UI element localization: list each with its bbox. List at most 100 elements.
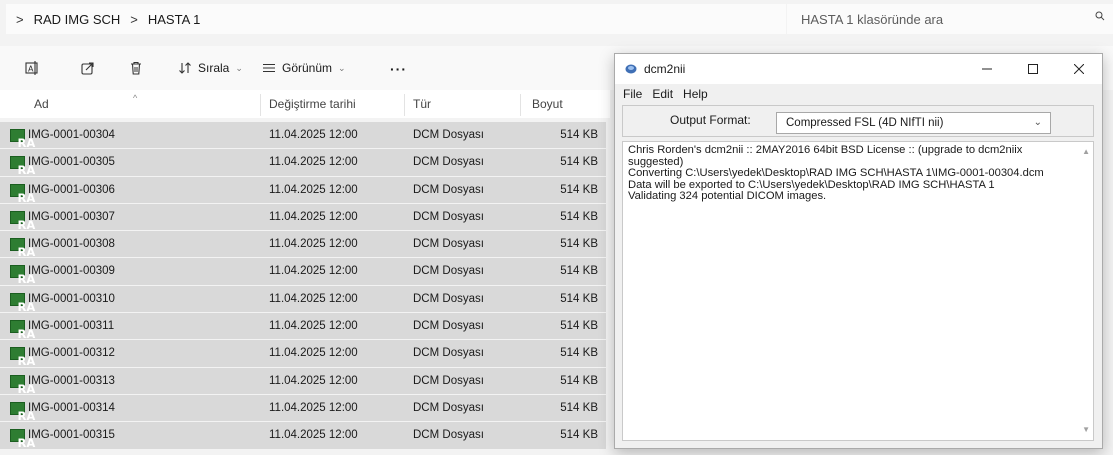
file-modified: 11.04.2025 12:00 xyxy=(269,374,358,387)
chevron-right-icon[interactable]: > xyxy=(6,12,34,27)
breadcrumb-item-rad-img-sch[interactable]: RAD IMG SCH xyxy=(34,12,121,27)
maximize-button[interactable] xyxy=(1010,54,1056,84)
file-name: IMG-0001-00313 xyxy=(28,374,115,387)
chevron-down-icon: ⌄ xyxy=(235,62,243,73)
file-row[interactable]: RA IMG-0001-00307 11.04.2025 12:00 DCM Dosy… xyxy=(0,203,606,232)
app-icon xyxy=(625,64,637,74)
chevron-down-icon: ⌄ xyxy=(338,62,346,73)
dcm-file-icon: RA xyxy=(10,347,35,368)
file-row[interactable]: RA IMG-0001-00312 11.04.2025 12:00 DCM Dosy… xyxy=(0,340,606,368)
file-type: DCM Dosyası xyxy=(413,320,484,333)
breadcrumb[interactable]: > RAD IMG SCH > HASTA 1 xyxy=(6,4,786,34)
file-row[interactable]: RA IMG-0001-00314 11.04.2025 12:00 DCM Dosy… xyxy=(0,394,606,423)
view-icon xyxy=(263,64,275,72)
column-divider[interactable] xyxy=(520,94,521,116)
chevron-right-icon[interactable]: > xyxy=(120,12,148,27)
file-row[interactable]: RA IMG-0001-00313 11.04.2025 12:00 DCM Dosy… xyxy=(0,367,606,396)
file-type: DCM Dosyası xyxy=(413,156,484,169)
file-type: DCM Dosyası xyxy=(413,374,484,387)
file-size: 514 KB xyxy=(560,156,598,169)
log-line: Validating 324 potential DICOM images. xyxy=(628,190,827,203)
file-size: 514 KB xyxy=(560,210,598,223)
file-modified: 11.04.2025 12:00 xyxy=(269,401,358,414)
dcm-file-icon: RA xyxy=(10,210,35,232)
rename-icon[interactable]: A xyxy=(24,60,40,76)
file-size: 514 KB xyxy=(560,374,598,387)
file-modified: 11.04.2025 12:00 xyxy=(269,129,358,141)
file-modified: 11.04.2025 12:00 xyxy=(269,265,358,278)
dcm-file-icon: RA xyxy=(10,429,35,450)
view-button[interactable]: Görünüm ⌄ xyxy=(262,58,346,78)
file-row[interactable]: RA IMG-0001-00309 11.04.2025 12:00 DCM Dosy… xyxy=(0,258,606,286)
column-header-name[interactable]: Ad xyxy=(28,90,258,118)
scroll-down-arrow-icon[interactable]: ▼ xyxy=(1082,425,1090,434)
column-header-type[interactable]: Tür xyxy=(407,90,517,118)
file-modified: 11.04.2025 12:00 xyxy=(269,238,358,251)
file-type: DCM Dosyası xyxy=(413,401,484,414)
file-row[interactable]: RA IMG-0001-00304 11.04.2025 12:00 DCM Dosy… xyxy=(0,122,606,150)
menu-edit[interactable]: Edit xyxy=(652,87,673,101)
scroll-up-arrow-icon[interactable]: ▲ xyxy=(1082,147,1090,156)
file-name: IMG-0001-00308 xyxy=(28,238,115,251)
file-modified: 11.04.2025 12:00 xyxy=(269,320,358,333)
file-name: IMG-0001-00310 xyxy=(28,292,115,305)
menu-file[interactable]: File xyxy=(623,87,642,101)
minimize-button[interactable] xyxy=(964,54,1010,84)
file-name: IMG-0001-00315 xyxy=(28,429,115,442)
column-header-modified[interactable]: Değiştirme tarihi xyxy=(263,90,403,118)
file-type: DCM Dosyası xyxy=(413,183,484,196)
file-row[interactable]: RA IMG-0001-00310 11.04.2025 12:00 DCM Dosy… xyxy=(0,285,606,314)
file-type: DCM Dosyası xyxy=(413,347,484,360)
file-size: 514 KB xyxy=(560,265,598,278)
sort-ascending-icon: ^ xyxy=(133,93,138,103)
file-name: IMG-0001-00304 xyxy=(28,129,115,141)
chevron-down-icon[interactable]: ⌄ xyxy=(1034,113,1042,133)
file-name: IMG-0001-00309 xyxy=(28,265,115,278)
file-type: DCM Dosyası xyxy=(413,292,484,305)
file-modified: 11.04.2025 12:00 xyxy=(269,347,358,360)
dcm-file-icon: RA xyxy=(10,320,35,341)
dcm-file-icon: RA xyxy=(10,156,35,177)
file-row[interactable]: RA IMG-0001-00311 11.04.2025 12:00 DCM Dosy… xyxy=(0,313,606,341)
file-size: 514 KB xyxy=(560,347,598,360)
column-header-row: Ad ^ Değiştirme tarihi Tür Boyut xyxy=(0,90,610,118)
sort-button[interactable]: Sırala ⌄ xyxy=(178,58,243,78)
file-size: 514 KB xyxy=(560,238,598,251)
file-row[interactable]: RA IMG-0001-00308 11.04.2025 12:00 DCM Dosy… xyxy=(0,231,606,259)
file-name: IMG-0001-00312 xyxy=(28,347,115,360)
log-output[interactable]: Chris Rorden's dcm2nii :: 2MAY2016 64bit… xyxy=(622,141,1094,441)
file-row[interactable]: RA IMG-0001-00305 11.04.2025 12:00 DCM Dosy… xyxy=(0,149,606,177)
search-icon[interactable] xyxy=(1095,11,1105,21)
maximize-icon xyxy=(1028,64,1038,74)
file-size: 514 KB xyxy=(560,183,598,196)
minimize-icon xyxy=(982,68,992,70)
file-type: DCM Dosyası xyxy=(413,265,484,278)
search-placeholder: HASTA 1 klasöründe ara xyxy=(801,11,944,27)
output-format-select[interactable]: Compressed FSL (4D NIfTI nii) ⌄ xyxy=(776,112,1051,134)
column-header-size[interactable]: Boyut xyxy=(526,90,606,118)
column-divider[interactable] xyxy=(404,94,405,116)
file-row[interactable]: RA IMG-0001-00315 11.04.2025 12:00 DCM Dosy… xyxy=(0,422,606,450)
file-name: IMG-0001-00306 xyxy=(28,183,115,196)
breadcrumb-item-hasta-1[interactable]: HASTA 1 xyxy=(148,12,201,27)
file-size: 514 KB xyxy=(560,129,598,141)
dcm-file-icon: RA xyxy=(10,129,35,150)
search-input[interactable]: HASTA 1 klasöründe ara xyxy=(787,4,1113,34)
output-format-label: Output Format: xyxy=(670,113,751,127)
svg-text:A: A xyxy=(28,65,34,74)
close-button[interactable] xyxy=(1056,54,1102,84)
delete-icon[interactable] xyxy=(128,60,144,76)
file-type: DCM Dosyası xyxy=(413,429,484,442)
column-divider[interactable] xyxy=(260,94,261,116)
address-bar: > RAD IMG SCH > HASTA 1 HASTA 1 klasörün… xyxy=(0,0,1113,38)
log-text: Chris Rorden's dcm2nii :: 2MAY2016 64bit… xyxy=(628,144,1076,203)
menu-help[interactable]: Help xyxy=(683,87,708,101)
file-list: RA IMG-0001-00304 11.04.2025 12:00 DCM Dosy… xyxy=(0,122,606,450)
sort-icon xyxy=(179,62,191,74)
title-bar[interactable]: dcm2nii xyxy=(615,54,1102,84)
file-row[interactable]: RA IMG-0001-00306 11.04.2025 12:00 DCM Dosy… xyxy=(0,176,606,205)
share-icon[interactable] xyxy=(80,60,96,76)
more-options-button[interactable]: ··· xyxy=(390,61,407,77)
file-modified: 11.04.2025 12:00 xyxy=(269,156,358,169)
file-modified: 11.04.2025 12:00 xyxy=(269,183,358,196)
